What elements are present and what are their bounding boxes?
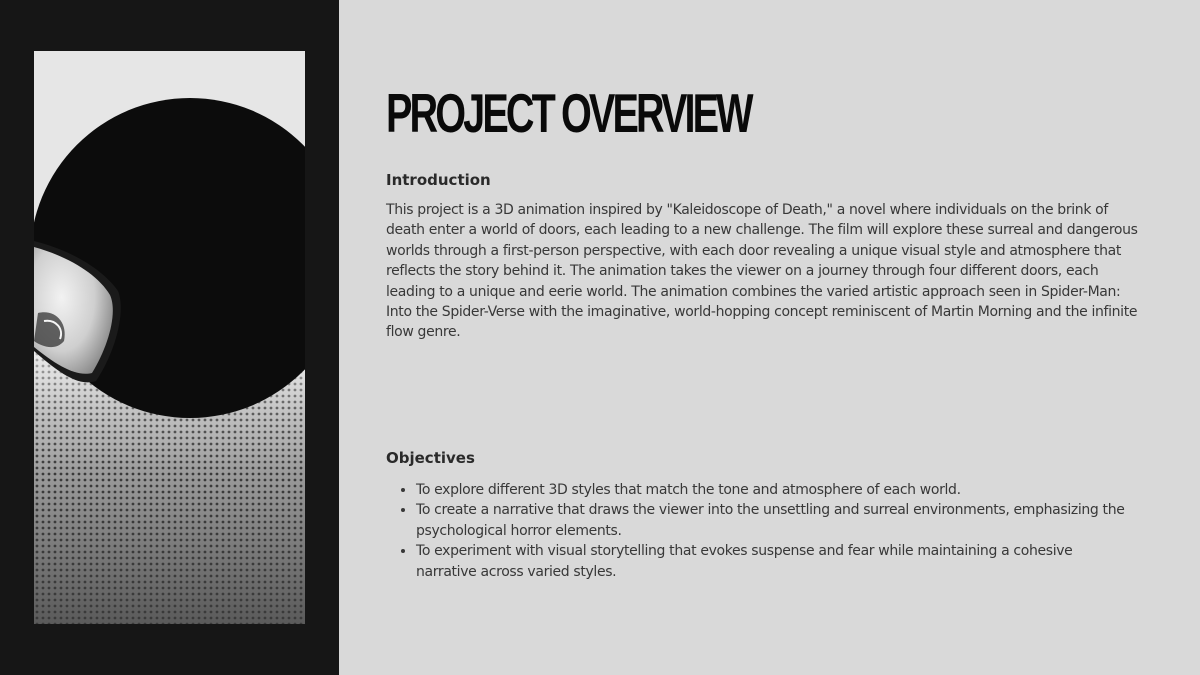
- list-item: To create a narrative that draws the vie…: [416, 500, 1136, 541]
- objectives-heading: Objectives: [386, 449, 475, 467]
- introduction-heading: Introduction: [386, 171, 491, 189]
- slide: PROJECT OVERVIEW Introduction This proje…: [0, 0, 1200, 675]
- left-panel: [0, 0, 339, 675]
- list-item: To experiment with visual storytelling t…: [416, 541, 1136, 582]
- halftone-mask-illustration-icon: [34, 51, 305, 624]
- page-title: PROJECT OVERVIEW: [386, 82, 754, 144]
- list-item: To explore different 3D styles that matc…: [416, 480, 1136, 500]
- artwork-image: [34, 51, 305, 624]
- introduction-text: This project is a 3D animation inspired …: [386, 202, 1138, 341]
- objectives-list: To explore different 3D styles that matc…: [386, 480, 1136, 582]
- content-area: PROJECT OVERVIEW Introduction This proje…: [386, 0, 1166, 675]
